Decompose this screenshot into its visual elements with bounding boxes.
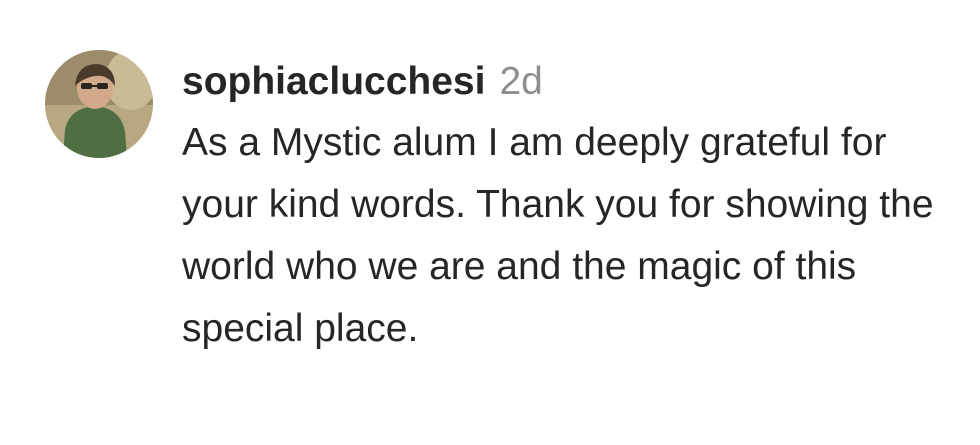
comment-text: As a Mystic alum I am deeply grateful fo…: [182, 121, 934, 350]
username-link[interactable]: sophiaclucchesi: [182, 52, 485, 112]
avatar[interactable]: [45, 50, 153, 158]
avatar-image: [45, 50, 153, 158]
comment-timestamp[interactable]: 2d: [499, 52, 542, 112]
comment-body: sophiaclucchesi 2d As a Mystic alum I am…: [182, 52, 962, 360]
comment: sophiaclucchesi 2d As a Mystic alum I am…: [0, 0, 980, 445]
comment-header: sophiaclucchesi 2d: [182, 52, 962, 112]
